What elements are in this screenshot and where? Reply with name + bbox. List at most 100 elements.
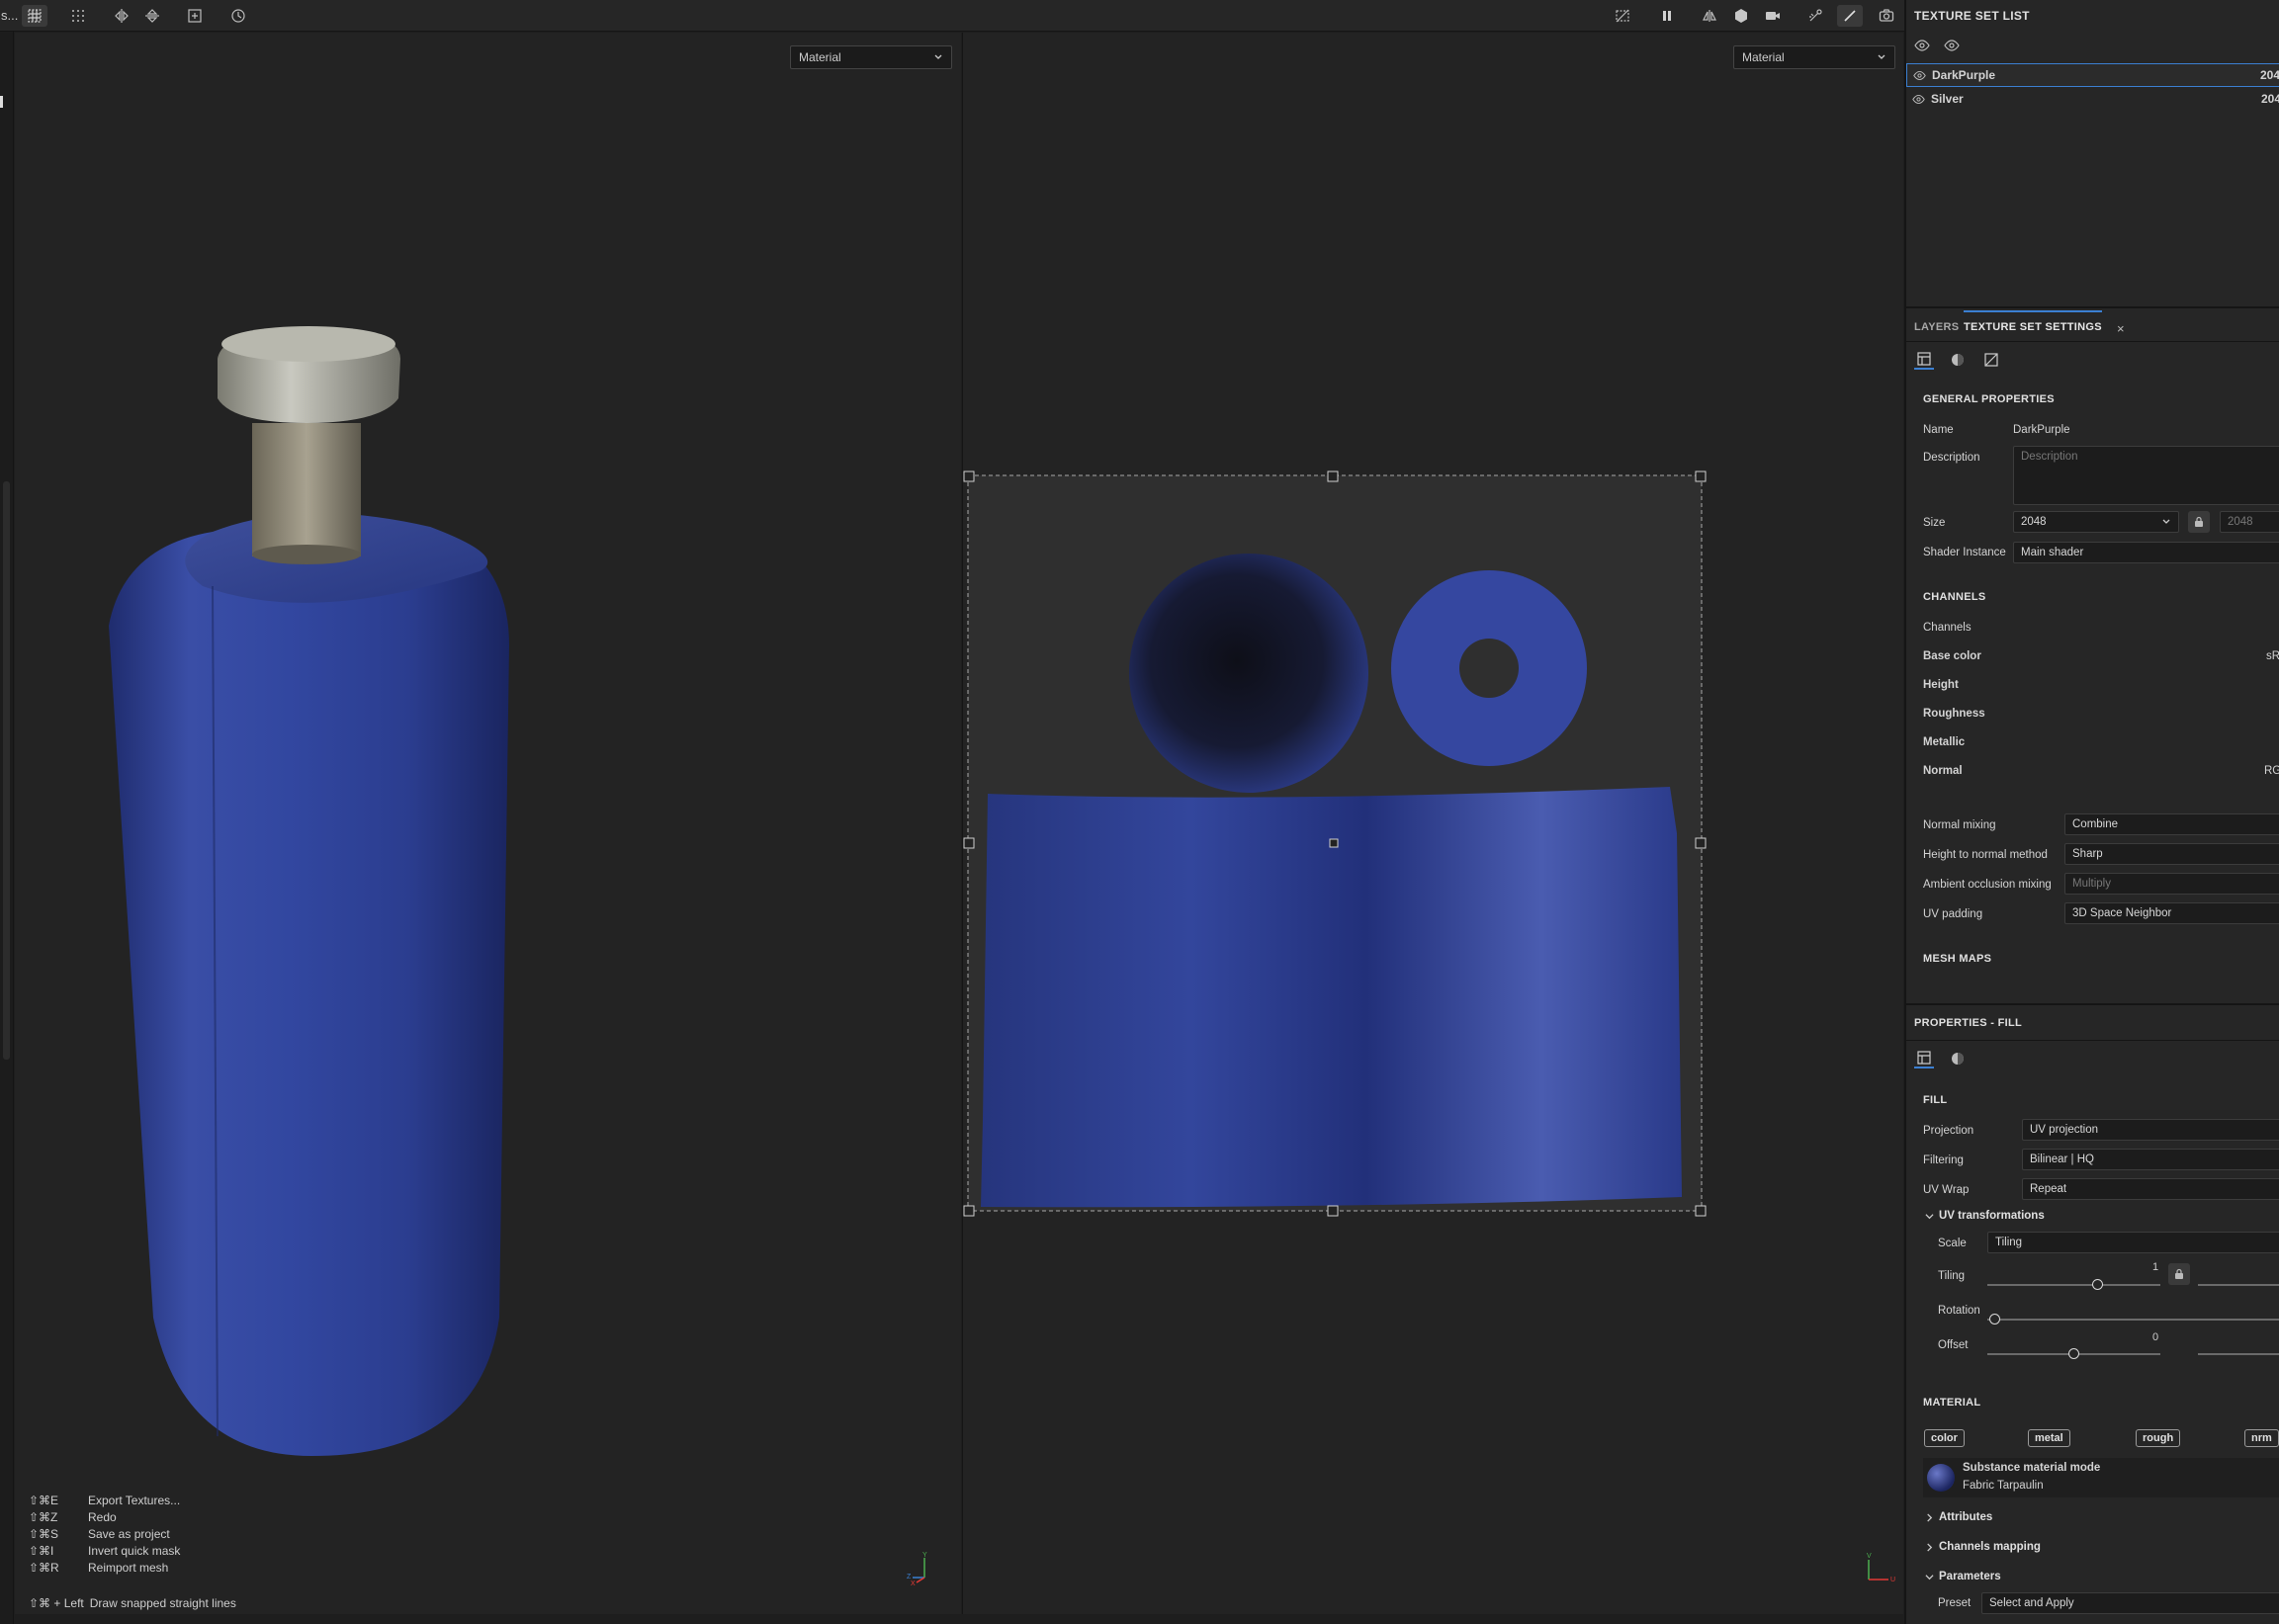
eye-icon[interactable] bbox=[1944, 38, 1960, 53]
projection-select[interactable]: UV projection bbox=[2022, 1119, 2279, 1141]
axis-v-label: V bbox=[1867, 1553, 1872, 1560]
material-chip-metal[interactable]: metal bbox=[2028, 1429, 2070, 1447]
uv-layout[interactable] bbox=[963, 33, 1903, 1614]
filtering-select[interactable]: Bilinear | HQ bbox=[2022, 1149, 2279, 1170]
uv-wrap-label: UV Wrap bbox=[1923, 1184, 1970, 1196]
lock-icon[interactable] bbox=[2168, 1263, 2190, 1285]
ao-mixing-select: Multiply bbox=[2064, 873, 2279, 895]
light-icon[interactable] bbox=[1802, 5, 1828, 27]
parameters-toggle[interactable]: Parameters bbox=[1925, 1571, 2001, 1582]
uv-wrap-select[interactable]: Repeat bbox=[2022, 1178, 2279, 1200]
tiling-slider-knob[interactable] bbox=[2092, 1279, 2103, 1290]
texture-set-resolution: 204 bbox=[2259, 68, 2279, 82]
channel-base-color[interactable]: Base color bbox=[1923, 650, 1981, 662]
app-title-truncated: s... bbox=[1, 8, 19, 23]
left-scrollbar[interactable] bbox=[3, 481, 10, 1060]
scale-select[interactable]: Tiling bbox=[1987, 1232, 2279, 1253]
viewport-2d[interactable]: Material V U bbox=[962, 33, 1903, 1614]
close-icon[interactable]: × bbox=[2117, 321, 2125, 336]
texture-set-item[interactable]: DarkPurple 204 bbox=[1906, 63, 2279, 87]
size-select[interactable]: 2048 bbox=[2013, 511, 2179, 533]
dock-marker bbox=[0, 96, 3, 108]
uv-transformations-toggle[interactable]: UV transformations bbox=[1925, 1210, 2045, 1222]
offset-value: 0 bbox=[2152, 1331, 2159, 1343]
attributes-toggle[interactable]: Attributes bbox=[1925, 1511, 1992, 1523]
channel-normal[interactable]: Normal bbox=[1923, 765, 1963, 777]
properties-fill-title: PROPERTIES - FILL bbox=[1914, 1017, 2022, 1029]
tiling-slider-track-v[interactable] bbox=[2198, 1284, 2279, 1286]
material-chip-nrm[interactable]: nrm bbox=[2244, 1429, 2279, 1447]
normal-mixing-select[interactable]: Combine bbox=[2064, 813, 2279, 835]
history-icon[interactable] bbox=[225, 5, 251, 27]
channel-metallic[interactable]: Metallic bbox=[1923, 736, 1965, 748]
material-card[interactable]: Substance material mode Fabric Tarpaulin bbox=[1923, 1458, 2279, 1497]
hide-icon[interactable] bbox=[1610, 5, 1635, 27]
scale-label: Scale bbox=[1938, 1238, 1967, 1249]
properties-icon[interactable] bbox=[1914, 1049, 1934, 1068]
fill-title: FILL bbox=[1923, 1094, 1948, 1106]
general-properties-title: GENERAL PROPERTIES bbox=[1923, 393, 2055, 405]
uv-padding-select[interactable]: 3D Space Neighbor bbox=[2064, 902, 2279, 924]
tab-texture-set-settings[interactable]: TEXTURE SET SETTINGS bbox=[1964, 310, 2102, 342]
size-height-field: 2048 bbox=[2220, 511, 2279, 533]
shader-ball-icon[interactable] bbox=[1948, 1049, 1968, 1068]
material-thumbnail bbox=[1927, 1464, 1955, 1492]
shortcut-action: Reimport mesh bbox=[88, 1561, 169, 1575]
axis-gizmo-uv: V U bbox=[1867, 1553, 1895, 1583]
pause-icon[interactable] bbox=[1654, 5, 1680, 27]
eye-icon[interactable] bbox=[1913, 69, 1926, 82]
grid-dots-icon[interactable] bbox=[65, 5, 91, 27]
rotation-slider-track[interactable] bbox=[1987, 1319, 2279, 1321]
add-frame-icon[interactable] bbox=[182, 5, 208, 27]
axis-z-label: Z bbox=[907, 1574, 912, 1581]
channels-mapping-toggle[interactable]: Channels mapping bbox=[1925, 1541, 2041, 1553]
channel-height[interactable]: Height bbox=[1923, 679, 1959, 691]
eye-settings-icon[interactable] bbox=[1914, 38, 1930, 53]
material-chip-color[interactable]: color bbox=[1924, 1429, 1965, 1447]
texture-set-item[interactable]: Silver 204 bbox=[1906, 87, 2279, 111]
offset-slider-track-v[interactable] bbox=[2198, 1353, 2279, 1355]
channel-roughness[interactable]: Roughness bbox=[1923, 708, 1985, 720]
paint-brush-icon[interactable] bbox=[1837, 5, 1863, 27]
viewport-3d[interactable]: Material ⇧⌘E Export Textures... ⇧⌘Z Redo… bbox=[15, 33, 961, 1614]
tab-layers[interactable]: LAYERS bbox=[1914, 310, 1959, 342]
shader-ball-icon[interactable] bbox=[1948, 350, 1968, 370]
lock-icon[interactable] bbox=[2188, 511, 2210, 533]
hint-key: ⇧⌘ + Left bbox=[29, 1596, 84, 1610]
offset-slider-knob[interactable] bbox=[2068, 1348, 2079, 1359]
shader-instance-select[interactable]: Main shader bbox=[2013, 542, 2279, 563]
panel-divider bbox=[1906, 306, 2279, 308]
tiling-slider-track[interactable] bbox=[1987, 1284, 2160, 1286]
material-name: Fabric Tarpaulin bbox=[1963, 1480, 2044, 1492]
preset-select[interactable]: Select and Apply bbox=[1981, 1592, 2279, 1614]
right-panel: TEXTURE SET LIST DarkPurple 204 Silver 2… bbox=[1904, 0, 2279, 1624]
cube-icon[interactable] bbox=[1728, 5, 1754, 27]
hint-action: Draw snapped straight lines bbox=[89, 1596, 236, 1610]
shortcut-action: Invert quick mask bbox=[88, 1544, 181, 1558]
shortcut-key: ⇧⌘Z bbox=[29, 1510, 58, 1524]
material-chip-rough[interactable]: rough bbox=[2136, 1429, 2181, 1447]
grid-select-icon[interactable] bbox=[22, 5, 47, 27]
properties-icon[interactable] bbox=[1914, 350, 1934, 370]
height-to-normal-select[interactable]: Sharp bbox=[2064, 843, 2279, 865]
camera-video-icon[interactable] bbox=[1760, 5, 1786, 27]
chevron-down-icon bbox=[1925, 1213, 1934, 1219]
eye-icon[interactable] bbox=[1912, 93, 1925, 106]
name-value[interactable]: DarkPurple bbox=[2013, 424, 2070, 436]
mirror-icon[interactable] bbox=[109, 5, 134, 27]
rotation-slider-knob[interactable] bbox=[1989, 1314, 2000, 1325]
shortcut-action: Save as project bbox=[88, 1527, 170, 1541]
axis-gizmo-3d: Y Z X bbox=[907, 1552, 927, 1585]
height-to-normal-label: Height to normal method bbox=[1923, 849, 2048, 861]
screenshot-camera-icon[interactable] bbox=[1874, 5, 1899, 27]
chevron-down-icon bbox=[2162, 519, 2170, 524]
texture-set-name: DarkPurple bbox=[1932, 68, 1996, 82]
uv-icon[interactable] bbox=[1981, 350, 2001, 370]
description-field[interactable]: Description bbox=[2013, 446, 2279, 505]
split-view-icon[interactable] bbox=[1697, 5, 1722, 27]
chevron-down-icon bbox=[1925, 1574, 1934, 1580]
symmetry-icon[interactable] bbox=[139, 5, 165, 27]
offset-label: Offset bbox=[1938, 1339, 1969, 1351]
axis-x-label: X bbox=[911, 1581, 916, 1585]
bottle-model[interactable] bbox=[15, 33, 961, 1614]
